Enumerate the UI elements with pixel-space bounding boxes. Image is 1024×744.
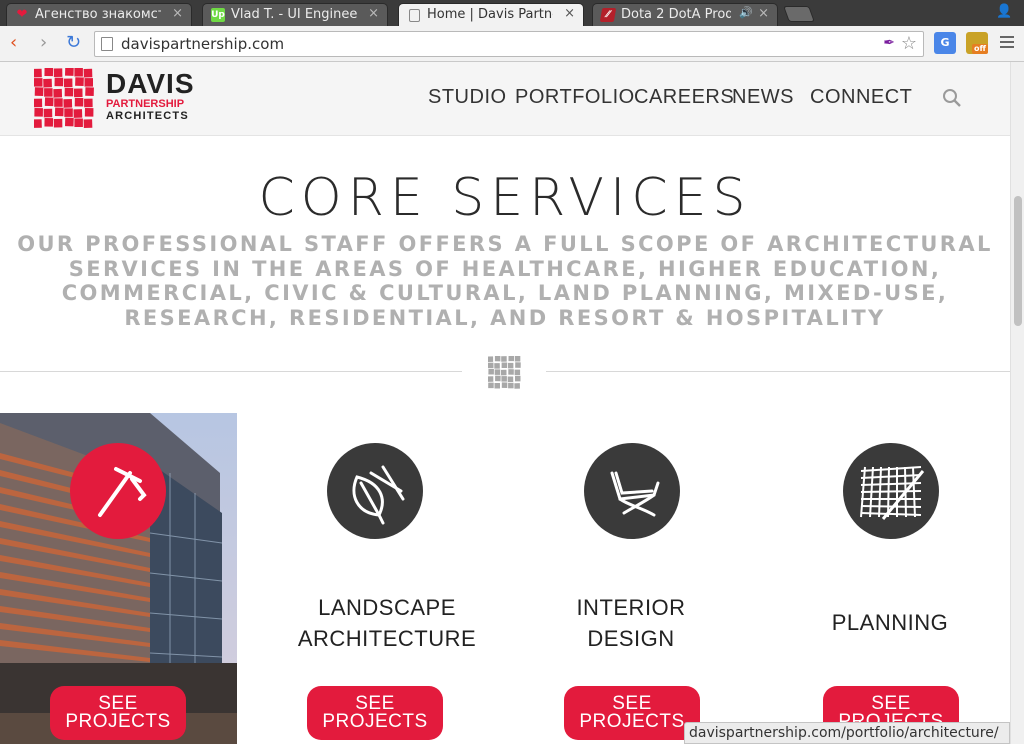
label-line1: INTERIOR <box>576 595 686 620</box>
label-line2: ARCHITECTURE <box>297 626 477 651</box>
extension-badge: off <box>972 44 988 54</box>
heart-icon: ❤ <box>16 7 28 22</box>
see-projects-button-interior[interactable]: SEE PROJECTS <box>564 686 700 740</box>
label-line1: PLANNING <box>831 610 949 635</box>
core-services-title: CORE SERVICES <box>258 168 752 228</box>
leaf-shears-icon <box>352 465 405 525</box>
tab-title: Агенство знакомст <box>35 7 161 22</box>
cta-line2: PROJECTS <box>579 711 685 732</box>
page-icon <box>101 37 113 51</box>
page-icon <box>409 9 420 22</box>
browser-tab-dota[interactable]: ⁄⁄ Dota 2 DotA Prod 🔊 × <box>592 3 778 26</box>
site-header: DAVIS PARTNERSHIP ARCHITECTS STUDIO PORT… <box>0 62 1010 136</box>
service-label-interior: INTERIOR DESIGN <box>521 592 741 654</box>
tab-title: Vlad T. - UI Engineer, <box>231 7 357 22</box>
cta-line2: PROJECTS <box>65 711 171 732</box>
menu-icon[interactable] <box>1000 36 1014 51</box>
browser-tab-dating[interactable]: ❤ Агенство знакомст × <box>6 3 192 26</box>
divider-line-right <box>546 371 1010 372</box>
page-viewport: DAVIS PARTNERSHIP ARCHITECTS STUDIO PORT… <box>0 62 1024 744</box>
lounge-chair-icon <box>610 471 660 517</box>
forward-icon[interactable]: › <box>40 32 47 53</box>
logo-wordmark[interactable]: DAVIS PARTNERSHIP ARCHITECTS <box>106 68 195 123</box>
close-icon[interactable]: × <box>368 6 379 21</box>
feather-icon[interactable]: ✒ <box>883 35 895 51</box>
cta-line2: PROJECTS <box>322 711 428 732</box>
see-projects-button-architecture[interactable]: SEE PROJECTS <box>50 686 186 740</box>
dota-icon: ⁄⁄ <box>599 8 617 22</box>
nav-studio[interactable]: STUDIO <box>428 86 507 109</box>
nav-portfolio[interactable]: PORTFOLIO <box>515 86 635 109</box>
back-icon[interactable]: ‹ <box>10 32 17 53</box>
browser-tab-davis[interactable]: Home | Davis Partne × <box>398 3 584 26</box>
link-status-bar: davispartnership.com/portfolio/architect… <box>684 722 1010 744</box>
service-label-planning: PLANNING <box>780 607 1000 638</box>
reload-icon[interactable]: ↻ <box>66 32 81 53</box>
tab-title: Home | Davis Partne <box>427 7 553 22</box>
close-icon[interactable]: × <box>758 6 769 21</box>
browser-toolbar: ‹ › ↻ davispartnership.com ✒ ☆ G off <box>0 26 1024 62</box>
close-icon[interactable]: × <box>564 6 575 21</box>
grid-map-icon <box>860 466 925 520</box>
profile-icon[interactable]: 👤 <box>996 4 1012 20</box>
new-tab-button[interactable] <box>783 6 815 22</box>
tab-title: Dota 2 DotA Prod <box>621 7 731 22</box>
upwork-icon: Up <box>211 8 225 22</box>
core-services-subtitle: OUR PROFESSIONAL STAFF OFFERS A FULL SCO… <box>17 232 993 330</box>
label-line2: DESIGN <box>587 626 675 651</box>
nav-connect[interactable]: CONNECT <box>810 86 912 109</box>
translate-icon[interactable]: G <box>934 32 956 54</box>
speaker-icon[interactable]: 🔊 <box>739 6 753 19</box>
landscape-service-icon[interactable] <box>327 443 423 539</box>
close-icon[interactable]: × <box>172 6 183 21</box>
architecture-service-icon[interactable] <box>70 443 166 539</box>
service-label-landscape: LANDSCAPE ARCHITECTURE <box>277 592 497 654</box>
drafting-tools-icon <box>98 467 147 517</box>
extension-icon[interactable]: off <box>966 32 988 54</box>
label-line1: LANDSCAPE <box>318 595 456 620</box>
address-url[interactable]: davispartnership.com <box>121 35 284 53</box>
logo-line-davis: DAVIS <box>106 68 195 99</box>
bookmark-star-icon[interactable]: ☆ <box>901 33 917 54</box>
search-icon[interactable] <box>942 88 962 108</box>
nav-careers[interactable]: CAREERS <box>634 86 734 109</box>
address-bar[interactable]: davispartnership.com ✒ ☆ <box>94 31 924 57</box>
see-projects-button-landscape[interactable]: SEE PROJECTS <box>307 686 443 740</box>
davis-logo-icon[interactable] <box>33 67 96 132</box>
nav-news[interactable]: NEWS <box>732 86 794 109</box>
divider-line-left <box>0 371 462 372</box>
logo-line-architects: ARCHITECTS <box>106 110 189 122</box>
logo-mark-divider-icon <box>488 356 521 389</box>
logo-line-partnership: PARTNERSHIP <box>106 98 185 110</box>
scrollbar-thumb[interactable] <box>1014 196 1022 326</box>
browser-tab-upwork[interactable]: Up Vlad T. - UI Engineer, × <box>202 3 388 26</box>
interior-service-icon[interactable] <box>584 443 680 539</box>
planning-service-icon[interactable] <box>843 443 939 539</box>
browser-tabstrip: ❤ Агенство знакомст × Up Vlad T. - UI En… <box>0 0 1024 26</box>
page-scrollbar[interactable] <box>1010 62 1024 744</box>
